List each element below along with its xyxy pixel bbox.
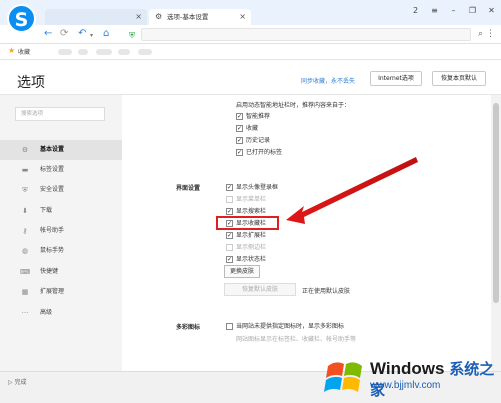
annotation-arrow: [286, 157, 418, 224]
windows-logo-icon: [324, 362, 362, 392]
watermark-title-en: Windows: [370, 359, 445, 378]
arrow-shape: [286, 157, 418, 224]
watermark-url: www.bjjmlv.com: [370, 380, 441, 391]
status-text: ▷ 完成: [8, 379, 27, 386]
watermark: Windows 系统之家 www.bjjmlv.com: [318, 352, 498, 400]
browser-logo[interactable]: S: [7, 4, 36, 33]
watermark-title: Windows 系统之家: [370, 358, 498, 400]
status-label: 完成: [14, 379, 27, 386]
